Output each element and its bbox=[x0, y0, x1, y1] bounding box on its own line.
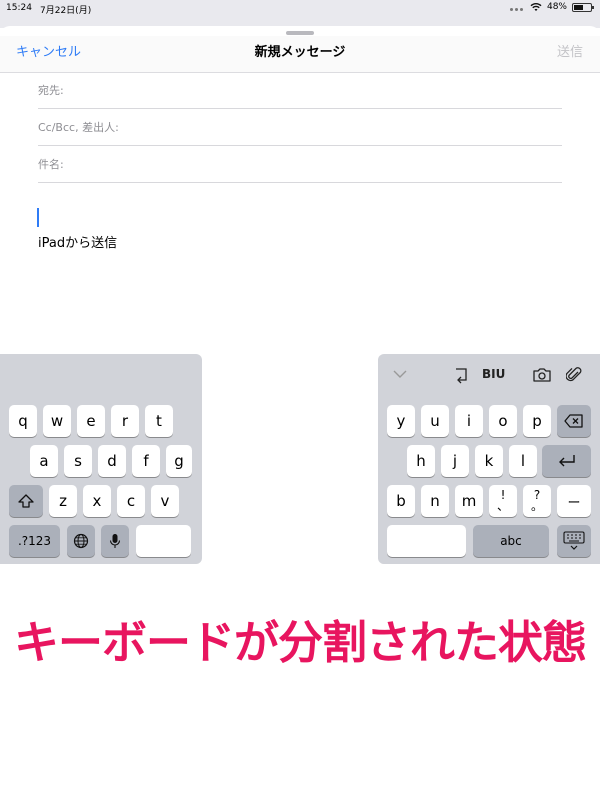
to-field[interactable]: 宛先: bbox=[38, 72, 562, 109]
shift-icon bbox=[18, 494, 34, 508]
key-m[interactable]: m bbox=[455, 485, 483, 517]
compose-nav-bar: キャンセル 新規メッセージ 送信 bbox=[0, 36, 600, 73]
dictation-key[interactable] bbox=[101, 525, 129, 557]
delete-key[interactable] bbox=[557, 405, 591, 437]
key-exclamation-comma[interactable]: ! 、 bbox=[489, 485, 517, 517]
status-indicators: 48% bbox=[530, 2, 594, 12]
key-question-period[interactable]: ? 。 bbox=[523, 485, 551, 517]
text-cursor bbox=[37, 208, 39, 227]
globe-icon bbox=[73, 533, 89, 549]
key-l[interactable]: l bbox=[509, 445, 537, 477]
return-icon bbox=[558, 455, 575, 467]
key-o[interactable]: o bbox=[489, 405, 517, 437]
key-e[interactable]: e bbox=[77, 405, 105, 437]
keyboard-toolbar: BIU bbox=[378, 354, 600, 398]
key-period-label: 。 bbox=[530, 499, 543, 513]
return-key[interactable] bbox=[542, 445, 591, 477]
key-t[interactable]: t bbox=[145, 405, 173, 437]
multitasking-dots bbox=[515, 8, 518, 11]
caption-overlay: キーボードが分割された状態 bbox=[13, 616, 587, 669]
battery-percent: 48% bbox=[546, 2, 567, 12]
key-b[interactable]: b bbox=[387, 485, 415, 517]
wifi-icon bbox=[530, 3, 542, 11]
cc-bcc-field[interactable]: Cc/Bcc, 差出人: bbox=[38, 109, 562, 146]
key-x[interactable]: x bbox=[83, 485, 111, 517]
key-h[interactable]: h bbox=[407, 445, 435, 477]
key-w[interactable]: w bbox=[43, 405, 71, 437]
delete-icon bbox=[564, 414, 583, 428]
space-key-right[interactable] bbox=[387, 525, 466, 557]
globe-key[interactable] bbox=[67, 525, 95, 557]
key-j[interactable]: j bbox=[441, 445, 469, 477]
key-i[interactable]: i bbox=[455, 405, 483, 437]
subject-field[interactable]: 件名: bbox=[38, 146, 562, 183]
key-a[interactable]: a bbox=[30, 445, 58, 477]
cc-bcc-label: Cc/Bcc, 差出人: bbox=[38, 121, 119, 134]
subject-label: 件名: bbox=[38, 158, 64, 171]
key-z[interactable]: z bbox=[49, 485, 77, 517]
key-q[interactable]: q bbox=[9, 405, 37, 437]
undo-icon[interactable] bbox=[452, 366, 470, 384]
chevron-down-icon[interactable] bbox=[393, 370, 407, 379]
keyboard-dismiss-key[interactable] bbox=[557, 525, 591, 557]
to-label: 宛先: bbox=[38, 84, 64, 97]
key-r[interactable]: r bbox=[111, 405, 139, 437]
key-n[interactable]: n bbox=[421, 485, 449, 517]
key-comma-label: 、 bbox=[496, 499, 509, 513]
key-v[interactable]: v bbox=[151, 485, 179, 517]
status-date: 7月22日(月) bbox=[40, 6, 92, 16]
message-body-signature[interactable]: iPadから送信 bbox=[38, 232, 117, 251]
key-f[interactable]: f bbox=[132, 445, 160, 477]
status-bar: 15:24 7月22日(月) 48% bbox=[0, 0, 600, 18]
key-dash[interactable]: ー bbox=[557, 485, 591, 517]
abc-key[interactable]: abc bbox=[473, 525, 549, 557]
send-button[interactable]: 送信 bbox=[557, 41, 583, 60]
key-y[interactable]: y bbox=[387, 405, 415, 437]
sheet-grabber[interactable] bbox=[286, 31, 314, 35]
compose-title: 新規メッセージ bbox=[254, 45, 346, 60]
space-key-left[interactable] bbox=[136, 525, 191, 557]
key-u[interactable]: u bbox=[421, 405, 449, 437]
key-k[interactable]: k bbox=[475, 445, 503, 477]
status-time: 15:24 bbox=[6, 3, 32, 13]
paperclip-icon[interactable] bbox=[566, 366, 582, 384]
battery-icon bbox=[572, 2, 594, 12]
numbers-key[interactable]: .?123 bbox=[9, 525, 60, 557]
key-g[interactable]: g bbox=[166, 445, 192, 477]
shift-key[interactable] bbox=[9, 485, 43, 517]
keyboard-dismiss-icon bbox=[563, 531, 585, 550]
split-keyboard-left: q w e r t a s d f g z x c v .?123 bbox=[0, 354, 202, 564]
microphone-icon bbox=[109, 534, 121, 548]
key-c[interactable]: c bbox=[117, 485, 145, 517]
key-s[interactable]: s bbox=[64, 445, 92, 477]
format-biu-button[interactable]: BIU bbox=[482, 367, 505, 381]
key-d[interactable]: d bbox=[98, 445, 126, 477]
camera-icon[interactable] bbox=[532, 367, 552, 383]
split-keyboard-right: BIU y u i o p h j k l b n m ! 、 ? 。 ー ab… bbox=[378, 354, 600, 564]
key-p[interactable]: p bbox=[523, 405, 551, 437]
